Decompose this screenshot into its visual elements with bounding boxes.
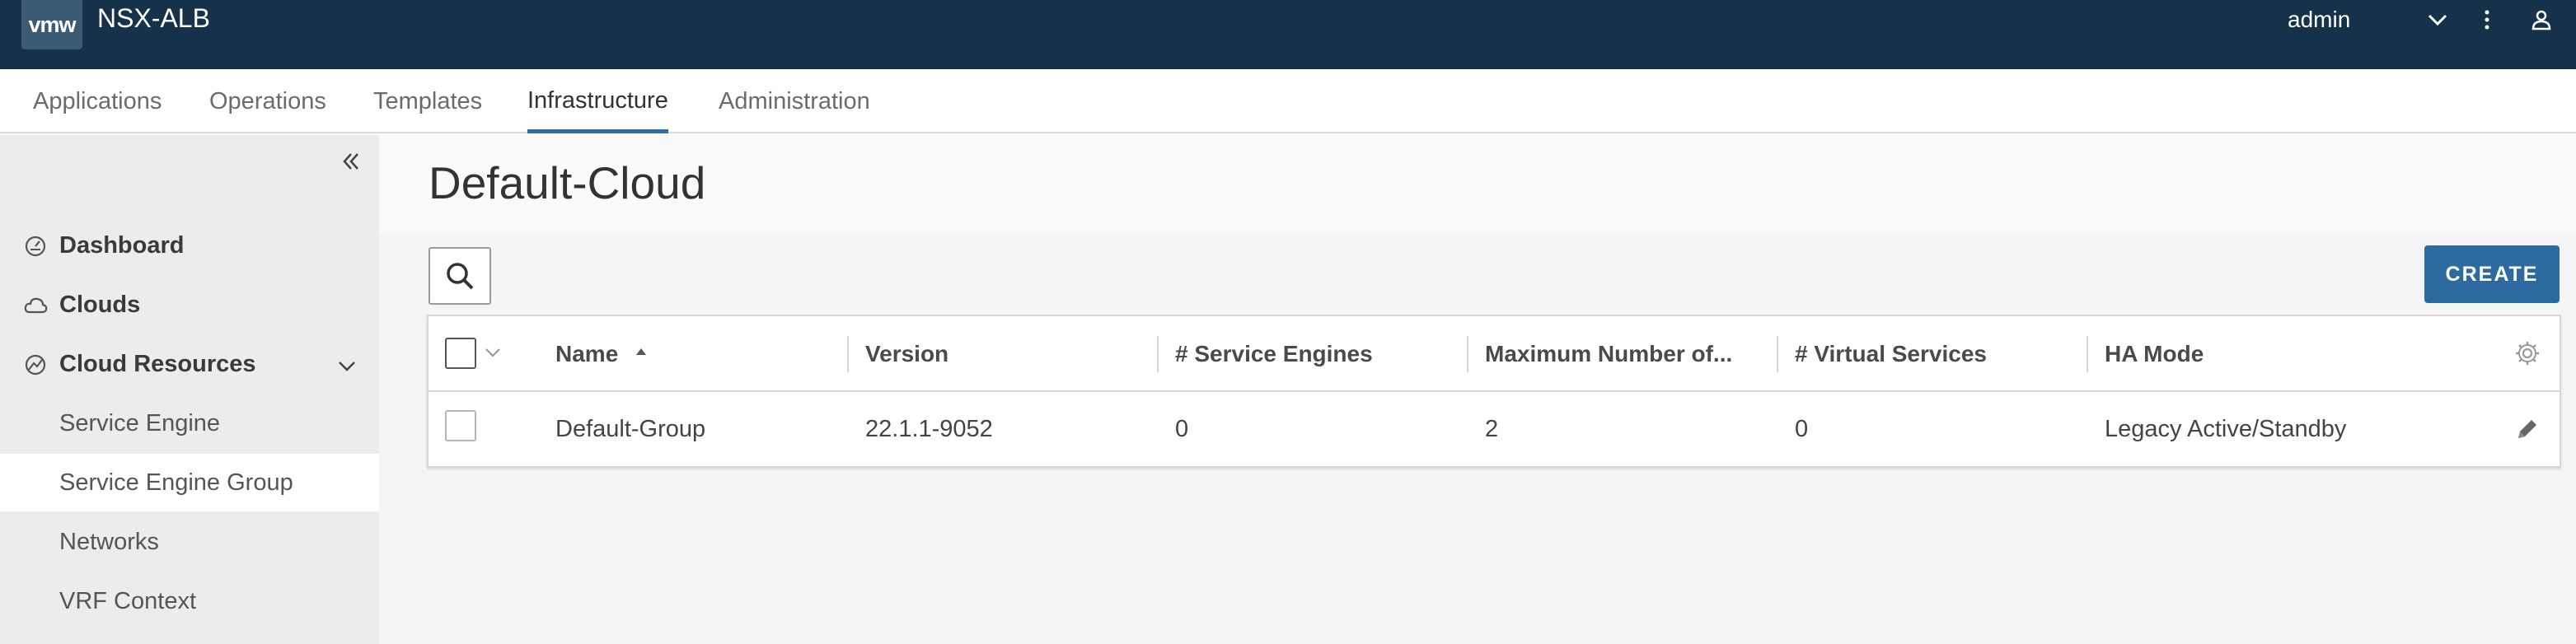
sort-ascending-icon[interactable] (633, 343, 649, 360)
cloud-icon (24, 297, 48, 314)
page-title: Default-Cloud (429, 157, 706, 208)
column-header-ha-mode[interactable]: HA Mode (2105, 316, 2204, 392)
sidebar-item-label: Dashboard (59, 231, 185, 259)
sidebar-item-service-engine-group[interactable]: Service Engine Group (0, 454, 379, 511)
table-row[interactable]: Default-Group 22.1.1-9052 0 2 0 Legacy A… (429, 392, 2560, 466)
search-icon (447, 263, 474, 290)
cell-name[interactable]: Default-Group (555, 392, 705, 466)
cell-ha-mode: Legacy Active/Standby (2105, 415, 2347, 442)
cloud-resources-icon (25, 354, 46, 376)
sidebar-item-dashboard[interactable]: Dashboard (0, 217, 379, 274)
column-label: Name (555, 341, 619, 366)
collapse-sidebar-icon[interactable] (336, 147, 366, 176)
search-button[interactable] (429, 247, 491, 305)
sidebar-item-clouds[interactable]: Clouds (0, 276, 379, 334)
column-header-name[interactable]: Name (555, 316, 649, 392)
cell-maximum-number: 2 (1485, 415, 1499, 442)
tab-templates[interactable]: Templates (373, 69, 482, 133)
column-header-service-engines[interactable]: # Service Engines (1175, 316, 1373, 392)
tab-operations[interactable]: Operations (209, 69, 326, 133)
dashboard-icon (25, 236, 46, 257)
column-header-version[interactable]: Version (865, 316, 948, 392)
tab-applications[interactable]: Applications (33, 69, 162, 133)
sidebar-item-cloud-resources[interactable]: Cloud Resources (0, 335, 379, 393)
column-resize-handle[interactable] (1157, 336, 1159, 372)
sidebar: Dashboard Clouds Cloud Resources Service… (0, 135, 379, 644)
select-all-checkbox[interactable] (445, 338, 476, 369)
top-nav: Applications Operations Templates Infras… (0, 69, 2576, 133)
chevron-down-icon[interactable] (335, 353, 359, 378)
data-grid: Name Version # Service Engines Maximum N… (427, 315, 2561, 468)
cell-service-engines: 0 (1175, 415, 1189, 442)
create-button[interactable]: CREATE (2424, 245, 2560, 303)
cell-version: 22.1.1-9052 (865, 415, 993, 442)
sidebar-item-networks[interactable]: Networks (0, 513, 379, 571)
column-header-maximum-number[interactable]: Maximum Number of... (1485, 316, 1732, 392)
sidebar-item-service-engine[interactable]: Service Engine (0, 394, 379, 452)
app-header: vmw NSX-ALB admin (0, 0, 2576, 69)
app-title: NSX-ALB (97, 3, 210, 33)
chevron-down-icon[interactable] (483, 343, 503, 362)
column-header-virtual-services[interactable]: # Virtual Services (1795, 316, 1987, 392)
column-resize-handle[interactable] (847, 336, 849, 372)
edit-pencil-icon[interactable] (2513, 415, 2541, 443)
cell-virtual-services: 0 (1795, 415, 1809, 442)
sidebar-item-vrf-context[interactable]: VRF Context (0, 572, 379, 630)
more-vertical-icon[interactable] (2472, 5, 2502, 35)
tab-infrastructure[interactable]: Infrastructure (527, 69, 668, 133)
settings-gear-icon[interactable] (2513, 339, 2541, 367)
row-checkbox[interactable] (445, 410, 476, 441)
user-menu-name[interactable]: admin (2288, 7, 2350, 33)
vmware-logo: vmw (21, 0, 82, 49)
sidebar-item-label: Cloud Resources (59, 350, 256, 377)
user-icon[interactable] (2527, 5, 2556, 35)
chevron-down-icon[interactable] (2423, 5, 2452, 35)
grid-header: Name Version # Service Engines Maximum N… (429, 316, 2560, 392)
column-resize-handle[interactable] (2087, 336, 2088, 372)
tab-administration[interactable]: Administration (719, 69, 870, 133)
sidebar-item-label: Clouds (59, 291, 141, 318)
column-resize-handle[interactable] (1777, 336, 1778, 372)
column-resize-handle[interactable] (1467, 336, 1468, 372)
